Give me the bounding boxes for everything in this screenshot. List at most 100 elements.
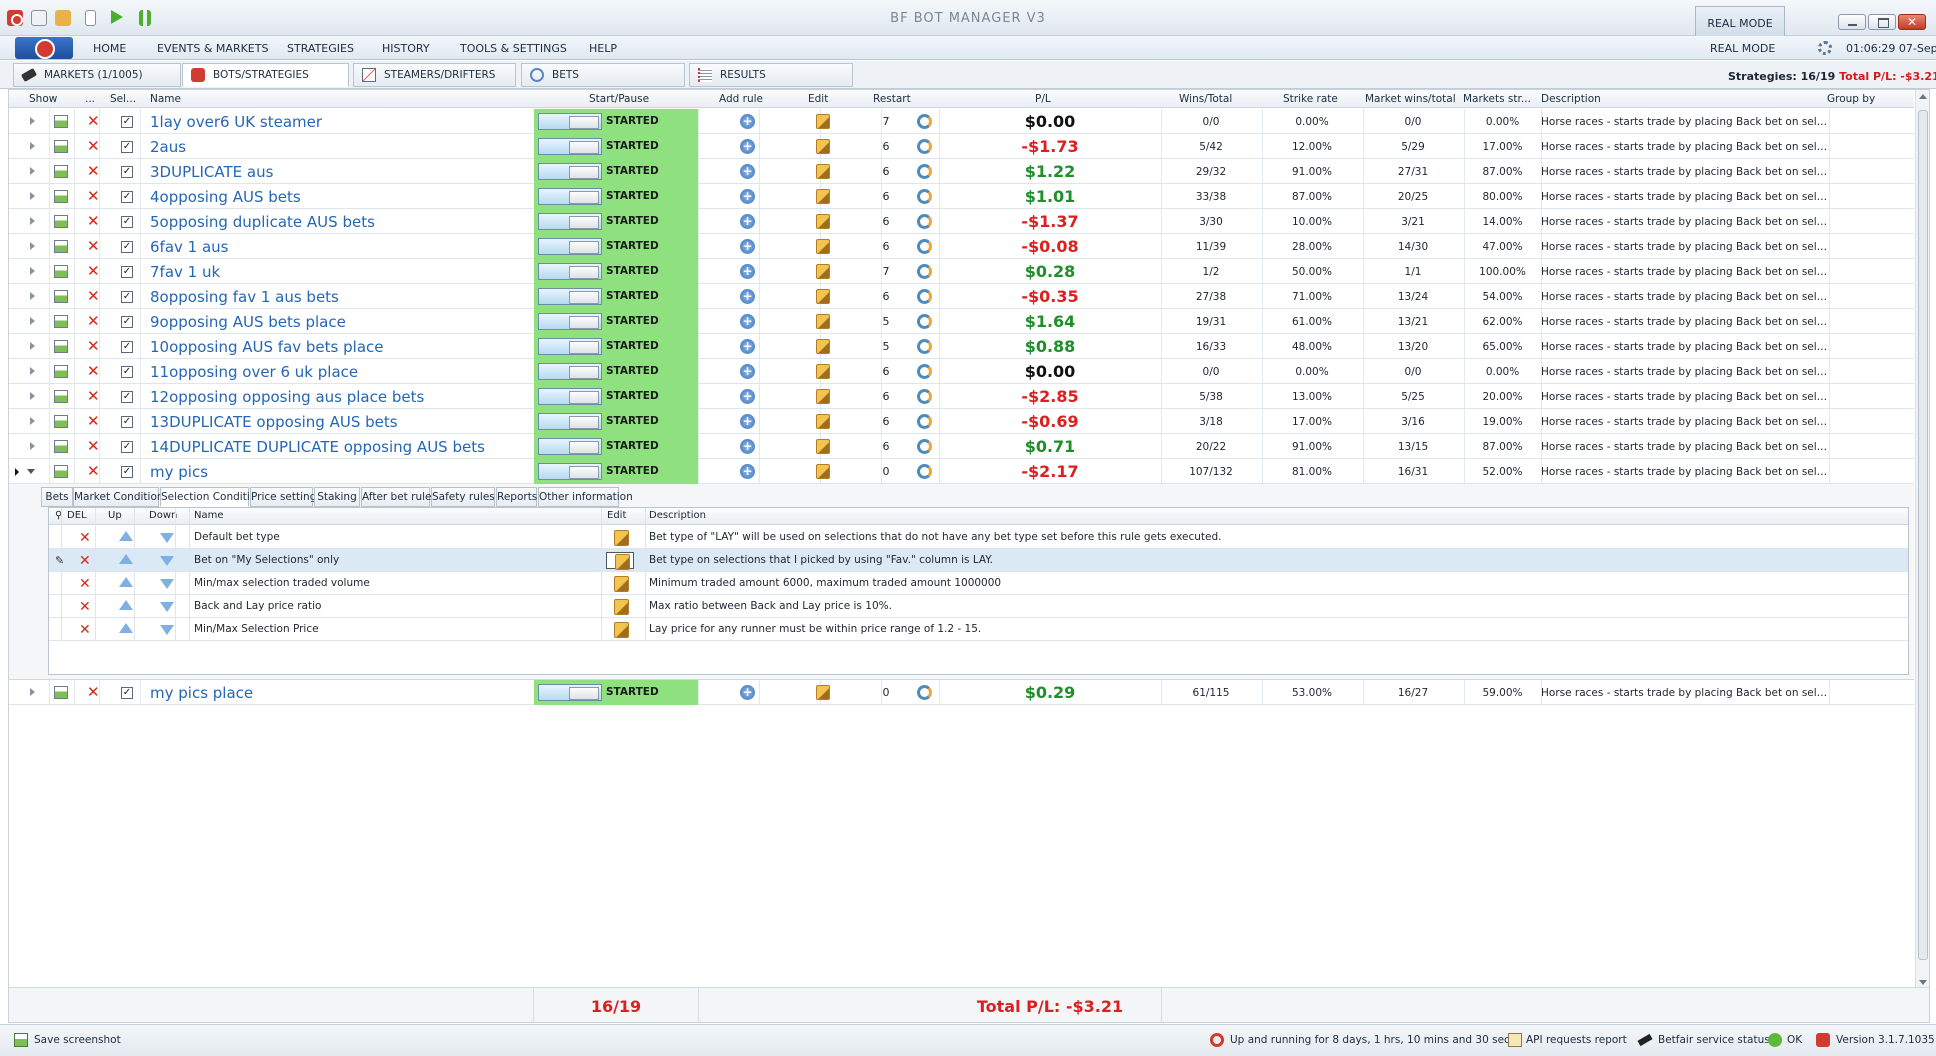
header-group-by[interactable]: Group by [1827, 93, 1875, 105]
add-rule-icon[interactable]: + [740, 439, 755, 454]
expand-icon[interactable] [30, 142, 35, 150]
delete-rule-icon[interactable]: ✕ [79, 576, 91, 592]
show-markets-icon[interactable] [54, 190, 68, 203]
select-checkbox[interactable]: ✓ [121, 291, 133, 303]
bot-name[interactable]: 3DUPLICATE aus [150, 163, 273, 181]
header-show[interactable]: Show [29, 93, 57, 105]
expand-icon[interactable] [30, 688, 35, 696]
detail-tab[interactable]: Bets [41, 487, 73, 507]
bot-name[interactable]: 11opposing over 6 uk place [150, 363, 358, 381]
start-pause-cell[interactable]: STARTED [534, 334, 698, 359]
start-pause-cell[interactable]: STARTED [534, 184, 698, 209]
edit-icon[interactable] [816, 264, 830, 279]
menu-help[interactable]: HELP [589, 42, 617, 55]
start-pause-toggle[interactable] [538, 288, 602, 305]
expand-icon[interactable] [30, 192, 35, 200]
tab-markets[interactable]: MARKETS (1/1005) [13, 63, 181, 87]
menu-events-markets[interactable]: EVENTS & MARKETS [157, 42, 268, 55]
table-row[interactable]: ✕ ✓ 8opposing fav 1 aus bets STARTED +6 -$0.3… [9, 284, 1914, 309]
restore-button[interactable] [1868, 14, 1896, 30]
add-rule-icon[interactable]: + [740, 189, 755, 204]
table-row[interactable]: ✕ ✓ my pics STARTED +0 -$2.17 107/132 81.00% 16/… [9, 459, 1914, 484]
header-more[interactable]: ... [85, 93, 95, 105]
delete-icon[interactable]: ✕ [87, 113, 100, 129]
edit-rule-icon[interactable] [606, 621, 634, 638]
rule-row[interactable]: ✕ Min/max selection traded volume Minimum … [49, 572, 1908, 595]
move-up-icon[interactable] [119, 600, 133, 610]
table-row[interactable]: ✕ ✓ 9opposing AUS bets place STARTED +5 $1.64… [9, 309, 1914, 334]
bot-name[interactable]: 8opposing fav 1 aus bets [150, 288, 339, 306]
move-up-icon[interactable] [119, 531, 133, 541]
edit-icon[interactable] [816, 214, 830, 229]
minimize-button[interactable] [1838, 14, 1866, 30]
table-row[interactable]: ✕ ✓ 7fav 1 uk STARTED +7 $0.28 1/2 50.00% 1/1 100… [9, 259, 1914, 284]
start-pause-cell[interactable]: STARTED [534, 680, 698, 705]
delete-icon[interactable]: ✕ [87, 138, 100, 154]
select-checkbox[interactable]: ✓ [121, 116, 133, 128]
select-checkbox[interactable]: ✓ [121, 166, 133, 178]
header-strike-rate[interactable]: Strike rate [1283, 93, 1338, 105]
show-markets-icon[interactable] [54, 686, 68, 699]
edit-icon[interactable] [816, 364, 830, 379]
select-checkbox[interactable]: ✓ [121, 366, 133, 378]
start-pause-cell[interactable]: STARTED [534, 209, 698, 234]
add-rule-icon[interactable]: + [740, 139, 755, 154]
delete-rule-icon[interactable]: ✕ [79, 622, 91, 638]
restart-icon[interactable] [917, 364, 932, 379]
close-button[interactable] [1898, 14, 1926, 30]
detail-tab[interactable]: Staking [314, 487, 360, 507]
show-markets-icon[interactable] [54, 340, 68, 353]
select-checkbox[interactable]: ✓ [121, 191, 133, 203]
select-checkbox[interactable]: ✓ [121, 416, 133, 428]
edit-icon[interactable] [816, 164, 830, 179]
start-pause-cell[interactable]: STARTED [534, 459, 698, 484]
restart-icon[interactable] [917, 214, 932, 229]
table-row[interactable]: ✕ ✓ 4opposing AUS bets STARTED +6 $1.01 33/38 8… [9, 184, 1914, 209]
bot-name[interactable]: 5opposing duplicate AUS bets [150, 213, 375, 231]
edit-icon[interactable] [816, 189, 830, 204]
show-markets-icon[interactable] [54, 440, 68, 453]
app-menu-button[interactable] [15, 37, 73, 59]
add-rule-icon[interactable]: + [740, 239, 755, 254]
start-pause-cell[interactable]: STARTED [534, 384, 698, 409]
start-pause-toggle[interactable] [538, 138, 602, 155]
table-row[interactable]: ✕ ✓ 10opposing AUS fav bets place STARTED +5… [9, 334, 1914, 359]
rules-header-name[interactable]: Name [194, 510, 224, 521]
add-rule-icon[interactable]: + [740, 164, 755, 179]
add-rule-icon[interactable]: + [740, 339, 755, 354]
move-down-icon[interactable] [160, 602, 174, 612]
move-down-icon[interactable] [160, 533, 174, 543]
header-name[interactable]: Name [150, 93, 181, 105]
scroll-down-icon[interactable] [1919, 980, 1927, 985]
bot-name[interactable]: 10opposing AUS fav bets place [150, 338, 383, 356]
bot-name[interactable]: 4opposing AUS bets [150, 188, 301, 206]
table-row[interactable]: ✕ ✓ 5opposing duplicate AUS bets STARTED +6 -… [9, 209, 1914, 234]
expand-icon[interactable] [30, 417, 35, 425]
select-checkbox[interactable]: ✓ [121, 466, 133, 478]
edit-rule-icon[interactable] [606, 598, 634, 615]
delete-icon[interactable]: ✕ [87, 413, 100, 429]
delete-icon[interactable]: ✕ [87, 288, 100, 304]
start-pause-cell[interactable]: STARTED [534, 159, 698, 184]
restart-icon[interactable] [917, 139, 932, 154]
add-rule-icon[interactable]: + [740, 685, 755, 700]
add-rule-icon[interactable]: + [740, 389, 755, 404]
restart-icon[interactable] [917, 264, 932, 279]
restart-icon[interactable] [917, 164, 932, 179]
expand-icon[interactable] [30, 342, 35, 350]
show-markets-icon[interactable] [54, 365, 68, 378]
show-markets-icon[interactable] [54, 415, 68, 428]
table-row[interactable]: ✕ ✓ 11opposing over 6 uk place STARTED +6 $0.… [9, 359, 1914, 384]
show-markets-icon[interactable] [54, 115, 68, 128]
bot-name[interactable]: my pics place [150, 684, 253, 702]
detail-tab[interactable]: Safety rules [431, 487, 495, 507]
tab-bets[interactable]: BETS [521, 63, 685, 87]
edit-rule-icon[interactable] [606, 575, 634, 592]
edit-icon[interactable] [816, 389, 830, 404]
restart-icon[interactable] [917, 414, 932, 429]
start-pause-toggle[interactable] [538, 238, 602, 255]
menu-history[interactable]: HISTORY [382, 42, 430, 55]
start-pause-cell[interactable]: STARTED [534, 434, 698, 459]
edit-icon[interactable] [816, 239, 830, 254]
move-up-icon[interactable] [119, 623, 133, 633]
